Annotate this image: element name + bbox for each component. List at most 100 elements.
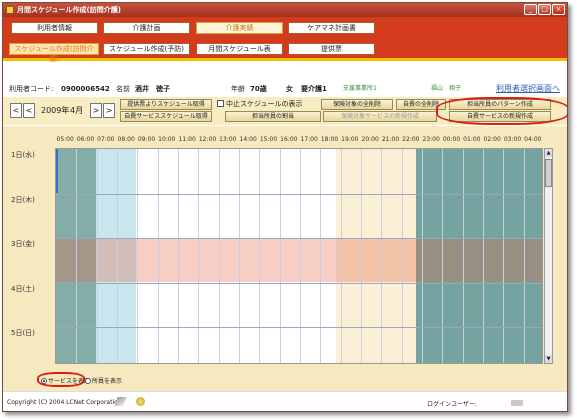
highlighted-day-row (56, 238, 542, 282)
hour-gridline (381, 149, 383, 363)
vertical-scrollbar[interactable]: ▲ ▼ (544, 148, 553, 364)
next-month-button[interactable]: > (90, 103, 102, 118)
care-level: 要介護1 (301, 85, 327, 93)
nav-care-results[interactable]: 介護実績 (196, 22, 283, 34)
hour-gridline (259, 149, 261, 363)
hour-label: 06:00 (76, 136, 95, 143)
hour-gridline (361, 149, 362, 363)
day-label: 2日(木) (11, 195, 35, 204)
window-controls: _ □ × (524, 4, 565, 15)
hour-gridline (523, 149, 525, 363)
user-age: 70歳 (250, 85, 267, 93)
new-insured-service-button[interactable]: 保険対象サービスの新規作成 (323, 111, 437, 122)
hour-gridline (320, 149, 322, 363)
schedule-grid: 05:00 06:00 07:00 08:00 09:00 10:00 11:00 12:00… (11, 134, 556, 370)
hour-label: 12:00 (198, 136, 217, 143)
radio-off-icon[interactable] (85, 378, 91, 384)
hour-gridline (401, 149, 403, 363)
hour-label: 13:00 (219, 136, 237, 143)
nav-monthly-schedule[interactable]: 月間スケジュール表 (196, 43, 283, 55)
day-row-divider (56, 282, 542, 284)
hour-gridline (239, 149, 240, 363)
hour-label: 04:00 (524, 136, 542, 143)
hour-gridline (117, 149, 118, 363)
nav-care-plan[interactable]: 介護計画 (103, 22, 190, 34)
get-own-service-schedule-button[interactable]: 自費サービススケジュール取得 (120, 111, 212, 122)
hour-gridline (178, 149, 179, 363)
day-label: 4日(土) (11, 284, 35, 293)
show-cancelled-checkbox[interactable]: 中止スケジュールの表示 (217, 99, 303, 110)
user-code: 0900006542 (61, 85, 110, 93)
status-bar: Copyright (C) 2004 LCNet Corporation ログイ… (3, 391, 567, 411)
nav-user-info[interactable]: 利用者情報 (11, 22, 98, 34)
hour-label: 17:00 (300, 136, 318, 143)
user-name: 酒井 徳子 (135, 85, 170, 93)
scroll-up-icon[interactable]: ▲ (545, 149, 552, 157)
hour-label: 07:00 (97, 136, 115, 143)
prev-month-button[interactable]: < (23, 103, 35, 118)
hour-label: 00:00 (442, 136, 461, 143)
copyright-text: Copyright (C) 2004 LCNet Corporation (7, 399, 122, 406)
day-label: 3日(金) (11, 240, 35, 248)
main-nav: 利用者情報 介護計画 介護実績 ケアマネ計画書 スケジュール作成(訪問介護) ス… (3, 17, 567, 63)
show-staff-option[interactable]: 所員を表示 (85, 376, 122, 385)
day-label: 1日(水) (11, 151, 35, 159)
hour-label: 05:00 (56, 136, 74, 143)
checkbox-box[interactable] (217, 100, 224, 107)
hour-label: 11:00 (178, 136, 196, 143)
schedule-panel: 05:00 06:00 07:00 08:00 09:00 10:00 11:00 12:00… (3, 126, 567, 370)
hour-label: 09:00 (137, 136, 156, 143)
delete-insured-button[interactable]: 保険対象の全削除 (321, 99, 393, 110)
hour-label: 08:00 (117, 136, 135, 143)
maximize-button[interactable]: □ (538, 4, 551, 15)
scroll-down-icon[interactable]: ▼ (545, 355, 552, 363)
close-button[interactable]: × (552, 4, 565, 15)
user-gender: 女 (286, 85, 293, 93)
age-label: 年齢 (231, 85, 245, 93)
show-staff-label: 所員を表示 (92, 378, 123, 385)
minimize-button[interactable]: _ (524, 4, 537, 15)
highlight-ring (436, 97, 567, 125)
hour-header: 05:00 06:00 07:00 08:00 09:00 10:00 11:00 12:00… (11, 134, 556, 146)
hour-label: 21:00 (381, 136, 400, 143)
hour-label: 10:00 (158, 136, 176, 143)
user-select-link[interactable]: 利用者選択画面へ (496, 82, 560, 96)
hour-gridline (96, 149, 98, 363)
day-row-divider (56, 193, 542, 195)
scroll-thumb[interactable] (545, 159, 552, 187)
nav-care-manager-plan[interactable]: ケアマネ計画書 (288, 22, 375, 34)
day-row-divider (56, 327, 542, 328)
user-code-label: 利用者コード: (9, 85, 54, 93)
month-label: 4月 (70, 106, 84, 115)
hour-label: 01:00 (463, 136, 481, 143)
nav-service-sheet[interactable]: 提供票 (288, 43, 375, 55)
assign-staff-button[interactable]: 担当所員の割当 (225, 111, 321, 122)
next-year-button[interactable]: > (103, 103, 115, 118)
window-title: 月間スケジュール作成(訪問介護) (17, 6, 121, 14)
hour-label: 14:00 (239, 136, 257, 143)
show-cancelled-label: 中止スケジュールの表示 (226, 100, 303, 108)
hour-gridline (503, 149, 505, 363)
hour-gridline (340, 149, 342, 363)
schedule-controls: < < 2009年 4月 > > 提供票よりスケジュール取得 自費サービススケジ… (3, 97, 567, 125)
hour-gridline (422, 149, 423, 363)
user-avatar-icon (511, 400, 523, 406)
display-options: サービスを表示 所員を表示 (3, 370, 567, 391)
hour-gridline (76, 149, 78, 363)
globe-icon (136, 397, 145, 406)
day-row-divider (56, 238, 542, 239)
day-label: 5日(日) (11, 329, 35, 337)
get-schedule-from-sheet-button[interactable]: 提供票よりスケジュール取得 (120, 99, 212, 110)
hour-label: 18:00 (320, 136, 339, 143)
login-user-label: ログインユーザー: (427, 401, 477, 408)
prev-year-button[interactable]: < (10, 103, 22, 118)
hour-gridline (198, 149, 200, 363)
nav-schedule-home-care[interactable]: スケジュール作成(訪問介護) (9, 43, 99, 63)
name-label: 名前 (116, 85, 130, 93)
app-icon (6, 6, 14, 14)
hour-gridline (483, 149, 484, 363)
schedule-area[interactable] (55, 148, 543, 364)
nav-schedule-prevention[interactable]: スケジュール作成(予防) (103, 43, 190, 55)
selection-cursor (56, 149, 58, 193)
hour-label: 15:00 (259, 136, 278, 143)
